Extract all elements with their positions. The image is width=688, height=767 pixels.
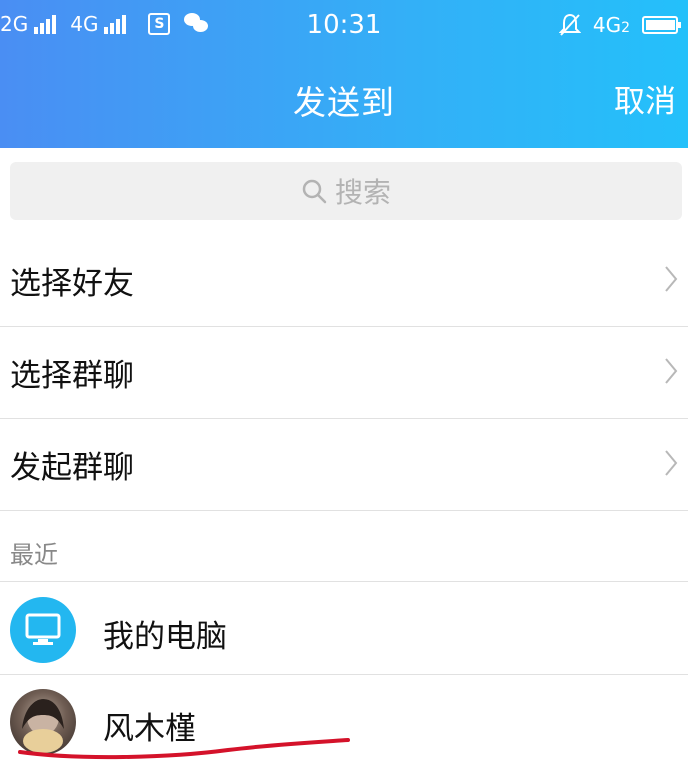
status-bar: 2G 4G S 10:31 4G2	[0, 0, 688, 48]
search-input[interactable]: 搜索	[10, 162, 682, 220]
page-title: 发送到	[293, 83, 395, 122]
search-placeholder: 搜索	[334, 176, 391, 209]
select-group-chat-item[interactable]: 选择群聊	[0, 327, 688, 419]
recent-section-header: 最近	[0, 511, 688, 582]
battery-level	[646, 20, 675, 30]
chevron-right-icon	[665, 358, 678, 384]
start-group-chat-label: 发起群聊	[10, 450, 134, 486]
contact-name: 我的电脑	[103, 619, 227, 655]
select-friends-label: 选择好友	[10, 266, 134, 302]
contact-my-computer[interactable]: 我的电脑	[0, 583, 688, 675]
mute-bell-icon	[558, 13, 582, 37]
search-icon	[302, 179, 327, 204]
top-bar: 2G 4G S 10:31 4G2 发送到 取消	[0, 0, 688, 148]
select-friends-item[interactable]: 选择好友	[0, 235, 688, 327]
computer-icon	[10, 597, 76, 663]
network-type-3: 4G2	[592, 13, 630, 37]
status-right: 4G2	[558, 10, 681, 40]
select-group-chat-label: 选择群聊	[10, 358, 134, 394]
red-underline-annotation	[18, 738, 350, 760]
cancel-button[interactable]: 取消	[614, 76, 676, 121]
chevron-right-icon	[665, 266, 678, 292]
chevron-right-icon	[665, 450, 678, 476]
battery-icon	[642, 16, 681, 34]
recent-header-label: 最近	[10, 541, 58, 569]
start-group-chat-item[interactable]: 发起群聊	[0, 419, 688, 511]
